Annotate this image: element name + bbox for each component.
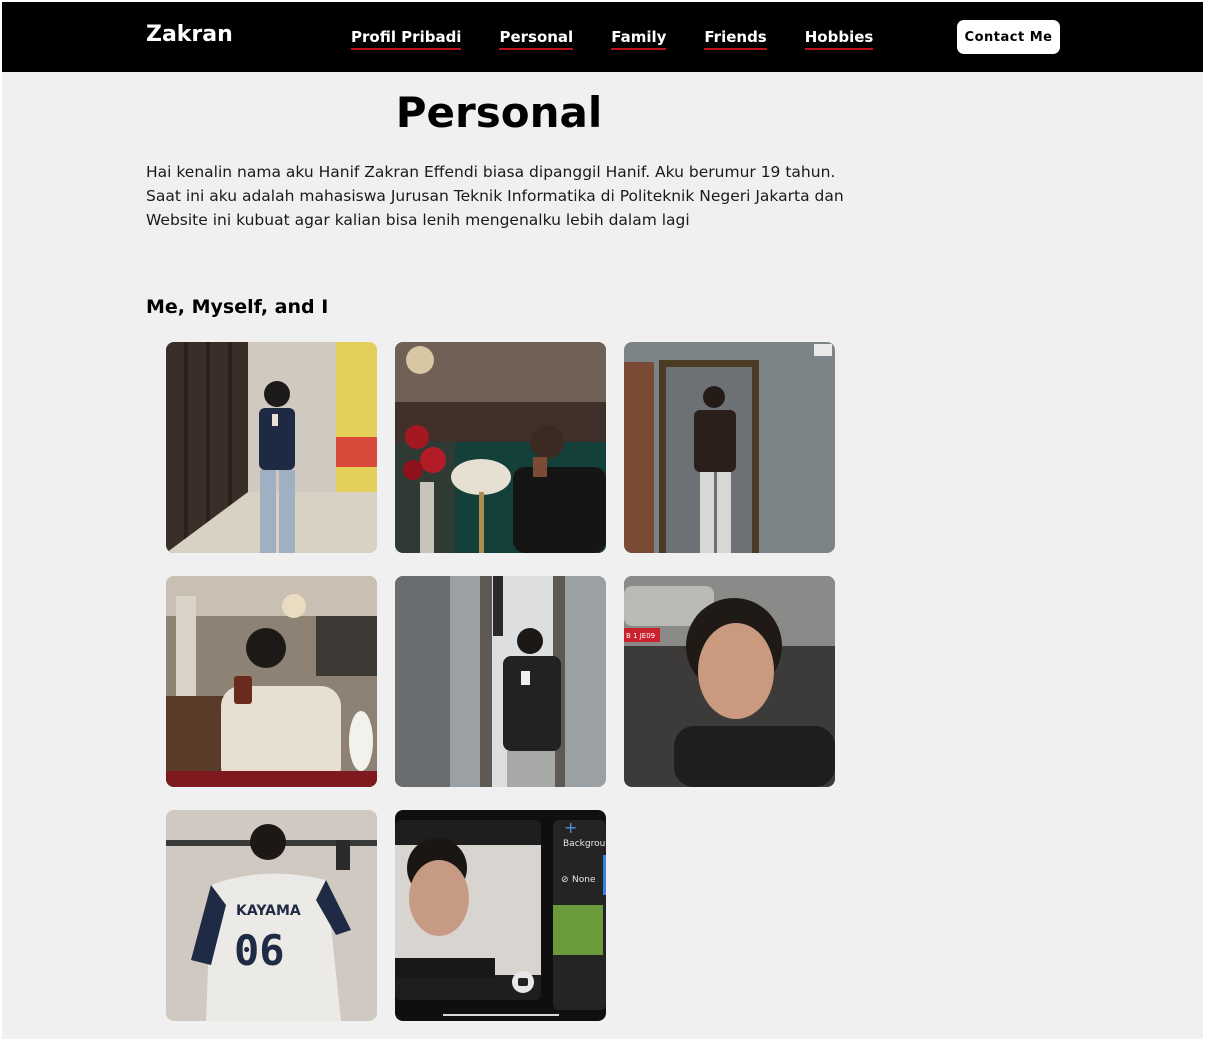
jersey-name-text: KAYAMA bbox=[236, 903, 301, 919]
add-background-icon: + bbox=[564, 818, 578, 837]
jersey-selfie-image: KAYAMA 06 bbox=[166, 810, 377, 1021]
hallway-selfie-image bbox=[166, 342, 377, 553]
nav-link-personal[interactable]: Personal bbox=[499, 28, 574, 50]
brand-logo[interactable]: Zakran bbox=[146, 22, 233, 47]
gallery-photo[interactable]: B 1 JE09 bbox=[624, 576, 835, 787]
gallery-photo[interactable] bbox=[166, 576, 377, 787]
mirror-selfie-image bbox=[624, 342, 835, 553]
nav-link-friends[interactable]: Friends bbox=[704, 28, 767, 50]
page: Zakran Profil Pribadi Personal Family Fr… bbox=[2, 2, 1203, 1039]
app-background-label: Backgrour bbox=[563, 839, 606, 849]
jersey-number-text: 06 bbox=[234, 926, 285, 975]
restaurant-drink-image bbox=[395, 342, 606, 553]
nav-links: Profil Pribadi Personal Family Friends H… bbox=[351, 28, 874, 50]
cafe-drink-image bbox=[166, 576, 377, 787]
gallery-photo[interactable] bbox=[166, 342, 377, 553]
gallery-photo[interactable]: KAYAMA 06 bbox=[166, 810, 377, 1021]
nav-link-family[interactable]: Family bbox=[611, 28, 667, 50]
gallery-photo[interactable] bbox=[395, 342, 606, 553]
nav-link-hobbies[interactable]: Hobbies bbox=[804, 28, 874, 50]
contact-me-button[interactable]: Contact Me bbox=[957, 20, 1060, 54]
closeup-selfie-image: B 1 JE09 bbox=[624, 576, 835, 787]
gallery-photo[interactable] bbox=[624, 342, 835, 553]
gallery-photo[interactable] bbox=[395, 576, 606, 787]
navbar: Zakran Profil Pribadi Personal Family Fr… bbox=[2, 2, 1203, 72]
raised-hand-selfie-image bbox=[395, 576, 606, 787]
photo-gallery: B 1 JE09 KAYAMA 06 + Backgrour ⊘ None bbox=[166, 342, 836, 1021]
app-none-label: None bbox=[572, 875, 596, 885]
page-title: Personal bbox=[395, 88, 603, 137]
section-title: Me, Myself, and I bbox=[146, 296, 329, 318]
nav-link-profil-pribadi[interactable]: Profil Pribadi bbox=[351, 28, 462, 50]
plate-text: B 1 JE09 bbox=[626, 632, 655, 640]
intro-paragraph: Hai kenalin nama aku Hanif Zakran Effend… bbox=[146, 163, 844, 229]
gallery-photo[interactable]: + Backgrour ⊘ None bbox=[395, 810, 606, 1021]
app-none-icon: ⊘ bbox=[561, 875, 569, 885]
